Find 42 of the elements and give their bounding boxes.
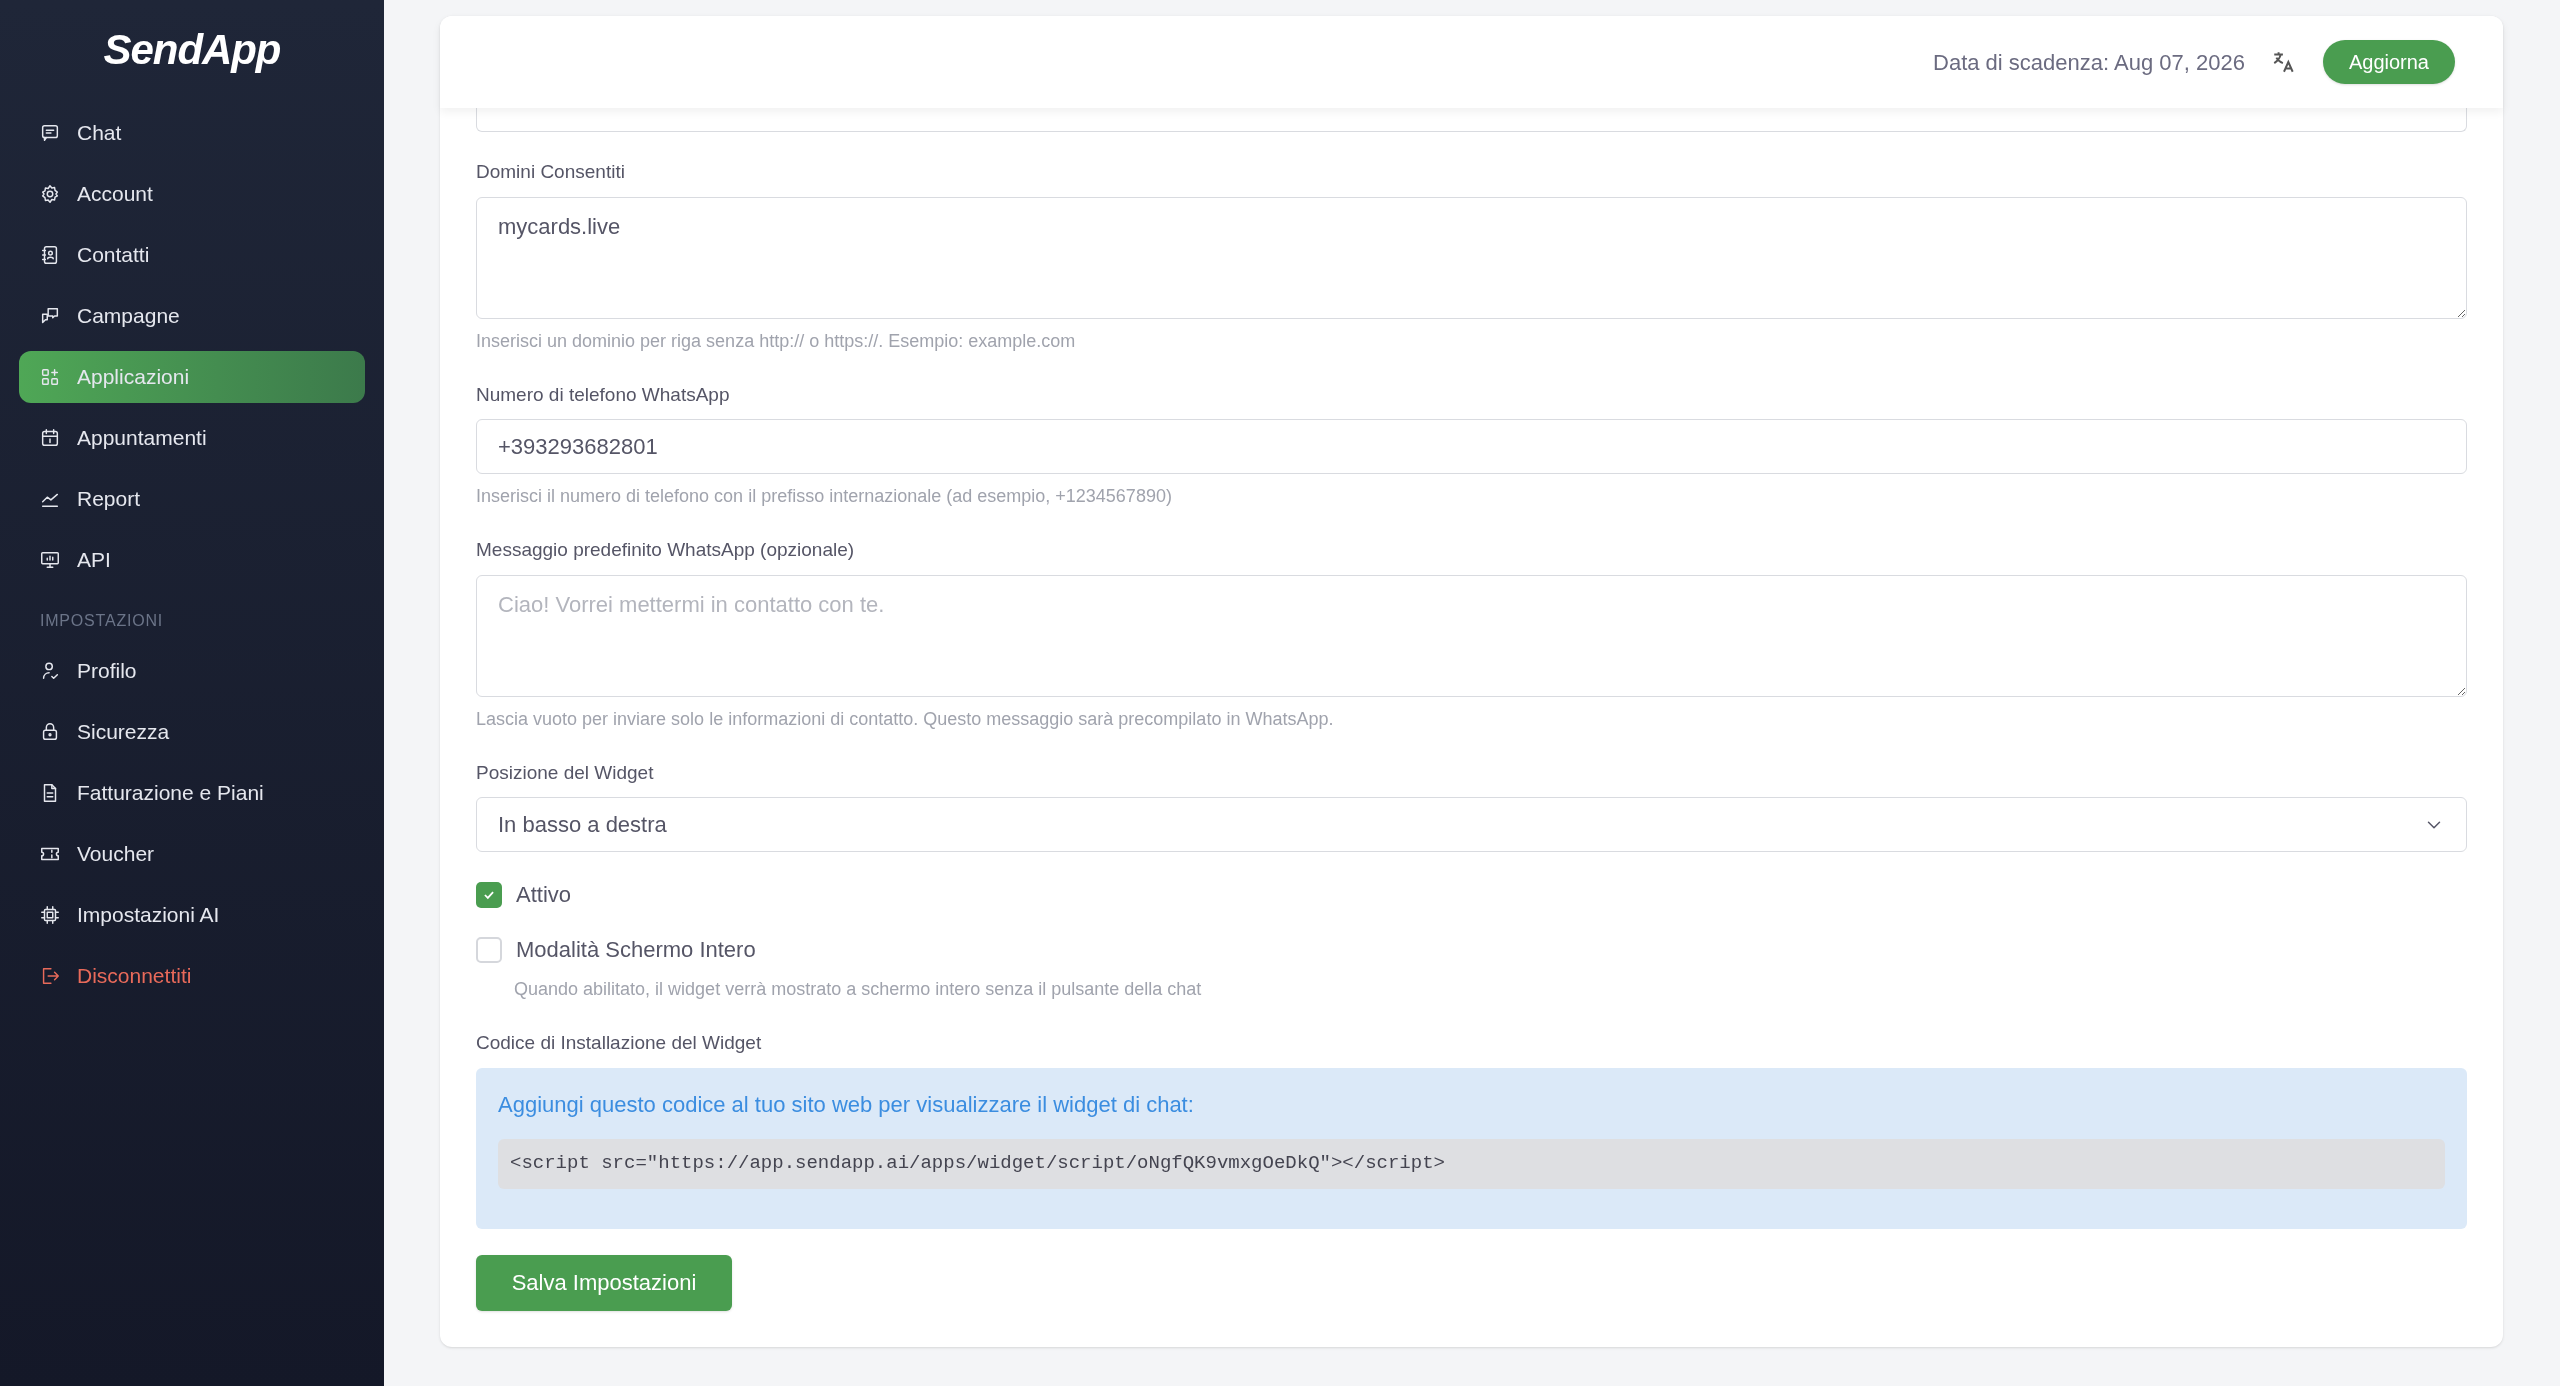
sidebar-item[interactable]: Contatti <box>19 229 365 281</box>
sidebar-item[interactable]: Chat <box>19 107 365 159</box>
field-label: Domini Consentiti <box>476 160 626 184</box>
chat-icon <box>39 122 61 144</box>
helper-text: Quando abilitato, il widget verrà mostrato a schermo intero senza il pulsante della chat <box>514 978 1203 1001</box>
sidebar-item[interactable]: Voucher <box>19 828 365 880</box>
checkbox[interactable] <box>476 881 502 908</box>
checkbox-option[interactable]: Modalità Schermo Intero <box>476 933 2467 966</box>
sidebar-item[interactable]: Account <box>19 168 365 220</box>
helper-text: Lascia vuoto per inviare solo le informazioni di contatto. Questo messaggio sarà precompilato in WhatsApp. <box>476 707 1335 731</box>
field-label: Posizione del Widget <box>476 760 655 785</box>
sidebar-item[interactable]: Campagne <box>19 290 365 342</box>
sidebar-item[interactable]: Profilo <box>19 645 365 697</box>
apps-grid-icon <box>39 366 61 388</box>
monitor-icon <box>39 549 61 571</box>
sidebar-item[interactable]: Disconnettiti <box>19 950 365 1002</box>
sidebar-item[interactable]: Impostazioni AI <box>19 889 365 941</box>
helper-text: Inserisci un dominio per riga senza http:// o https://. Esempio: example.com <box>476 329 1077 353</box>
input-field[interactable]: +393293682801 <box>476 419 2467 474</box>
textarea-field[interactable] <box>476 108 2467 132</box>
gear-icon <box>39 183 61 205</box>
field-label: Codice di Installazione del Widget <box>476 1031 763 1055</box>
sidebar-item[interactable]: Report <box>19 473 365 525</box>
field-label: Numero di telefono WhatsApp <box>476 382 731 407</box>
section-heading: IMPOSTAZIONI <box>39 611 165 631</box>
field-label: Messaggio predefinito WhatsApp (opzionale) <box>476 538 856 562</box>
textarea-field[interactable]: mycards.live <box>476 196 2467 319</box>
sidebar-item[interactable]: Sicurezza <box>19 706 365 758</box>
textarea-field[interactable]: Ciao! Vorrei mettermi in contatto con te. <box>476 574 2467 697</box>
logo: SendApp <box>103 25 281 75</box>
dropdown-field[interactable]: In basso a destra <box>476 797 2467 852</box>
calendar-icon <box>39 427 61 449</box>
code-snippet: <script src="https://app.sendapp.ai/apps/widget/script/oNgfQK9vmxgOeDkQ"></script> <box>498 1138 2445 1189</box>
sidebar-item[interactable]: Appuntamenti <box>19 412 365 464</box>
checkbox[interactable] <box>476 936 502 963</box>
checkbox-option[interactable]: Attivo <box>476 878 2467 911</box>
expiry-date: Data di scadenza: Aug 07, 2026 <box>1933 48 2245 77</box>
helper-text: Inserisci il numero di telefono con il prefisso internazionale (ad esempio, +1234567890) <box>476 485 1173 508</box>
sidebar-item[interactable]: API <box>19 534 365 586</box>
chip-icon <box>39 904 61 926</box>
instruction-text: Aggiungi questo codice al tuo sito web per visualizzare il widget di chat: <box>498 1090 1195 1119</box>
sidebar-item[interactable]: Fatturazione e Piani <box>19 767 365 819</box>
